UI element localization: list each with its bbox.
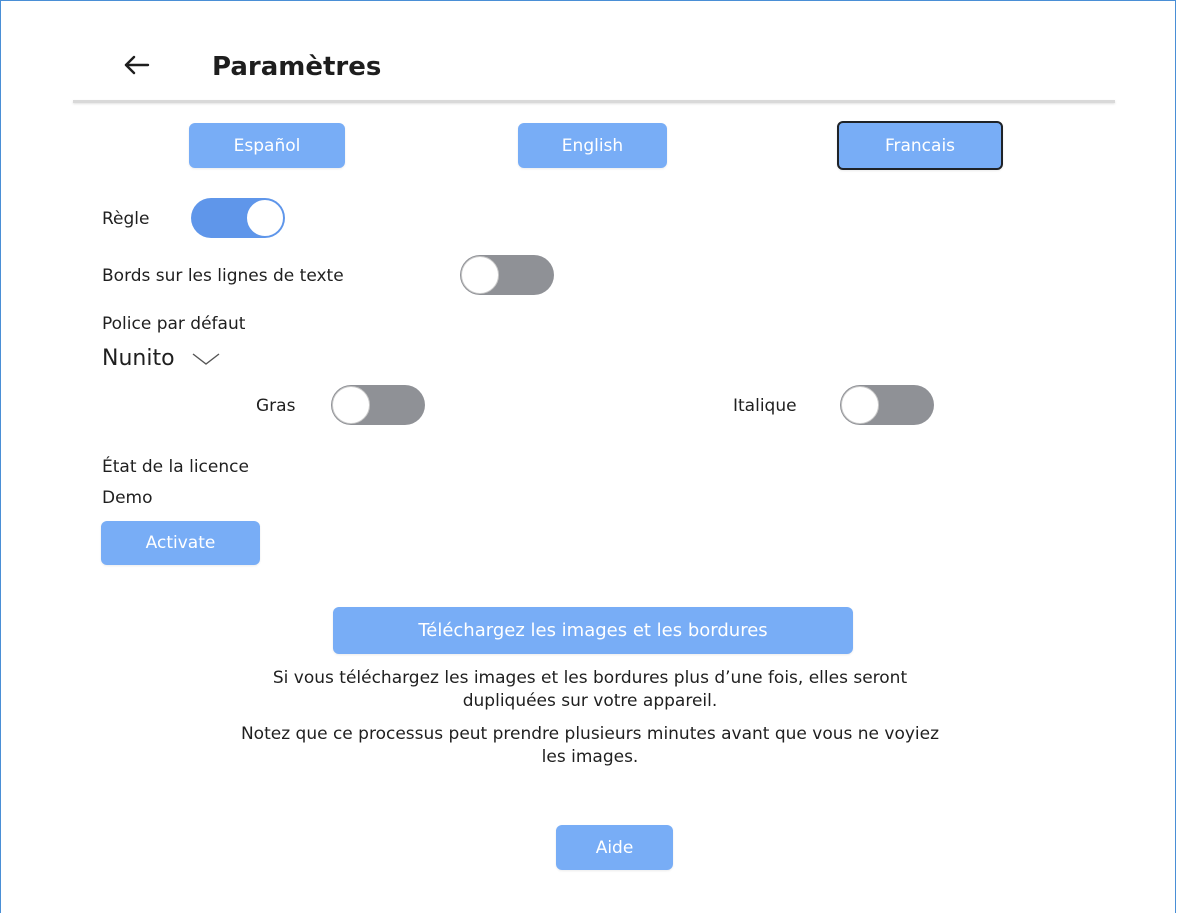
download-note-line-2: les images.: [541, 747, 639, 767]
borders-label: Bords sur les lignes de texte: [102, 266, 344, 286]
download-images-button[interactable]: Téléchargez les images et les bordures: [333, 607, 853, 654]
ruler-toggle[interactable]: [191, 198, 285, 238]
help-button[interactable]: Aide: [556, 825, 673, 870]
language-button-espanol[interactable]: Español: [189, 123, 345, 168]
toggle-knob: [246, 199, 284, 237]
bold-toggle[interactable]: [331, 385, 425, 425]
download-warning-line-2: dupliquées sur votre appareil.: [462, 691, 718, 711]
bold-label: Gras: [256, 396, 296, 416]
italic-toggle[interactable]: [840, 385, 934, 425]
borders-toggle[interactable]: [460, 255, 554, 295]
font-select[interactable]: Nunito: [102, 346, 221, 371]
license-label: État de la licence: [102, 457, 249, 477]
toggle-knob: [461, 256, 499, 294]
toggle-knob: [332, 386, 370, 424]
activate-button[interactable]: Activate: [101, 521, 260, 565]
chevron-down-icon: [192, 352, 219, 365]
page-title: Paramètres: [212, 52, 382, 82]
arrow-left-icon[interactable]: [122, 50, 152, 80]
default-font-label: Police par défaut: [102, 314, 246, 334]
language-button-francais[interactable]: Francais: [837, 121, 1003, 170]
license-status: Demo: [102, 488, 153, 508]
font-select-value: Nunito: [102, 346, 175, 371]
header-divider: [73, 100, 1115, 103]
download-warning-line-1: Si vous téléchargez les images et les bo…: [272, 668, 908, 688]
download-note-line-1: Notez que ce processus peut prendre plus…: [240, 724, 940, 744]
language-button-english[interactable]: English: [518, 123, 667, 168]
italic-label: Italique: [733, 396, 797, 416]
ruler-label: Règle: [102, 209, 150, 229]
toggle-knob: [841, 386, 879, 424]
